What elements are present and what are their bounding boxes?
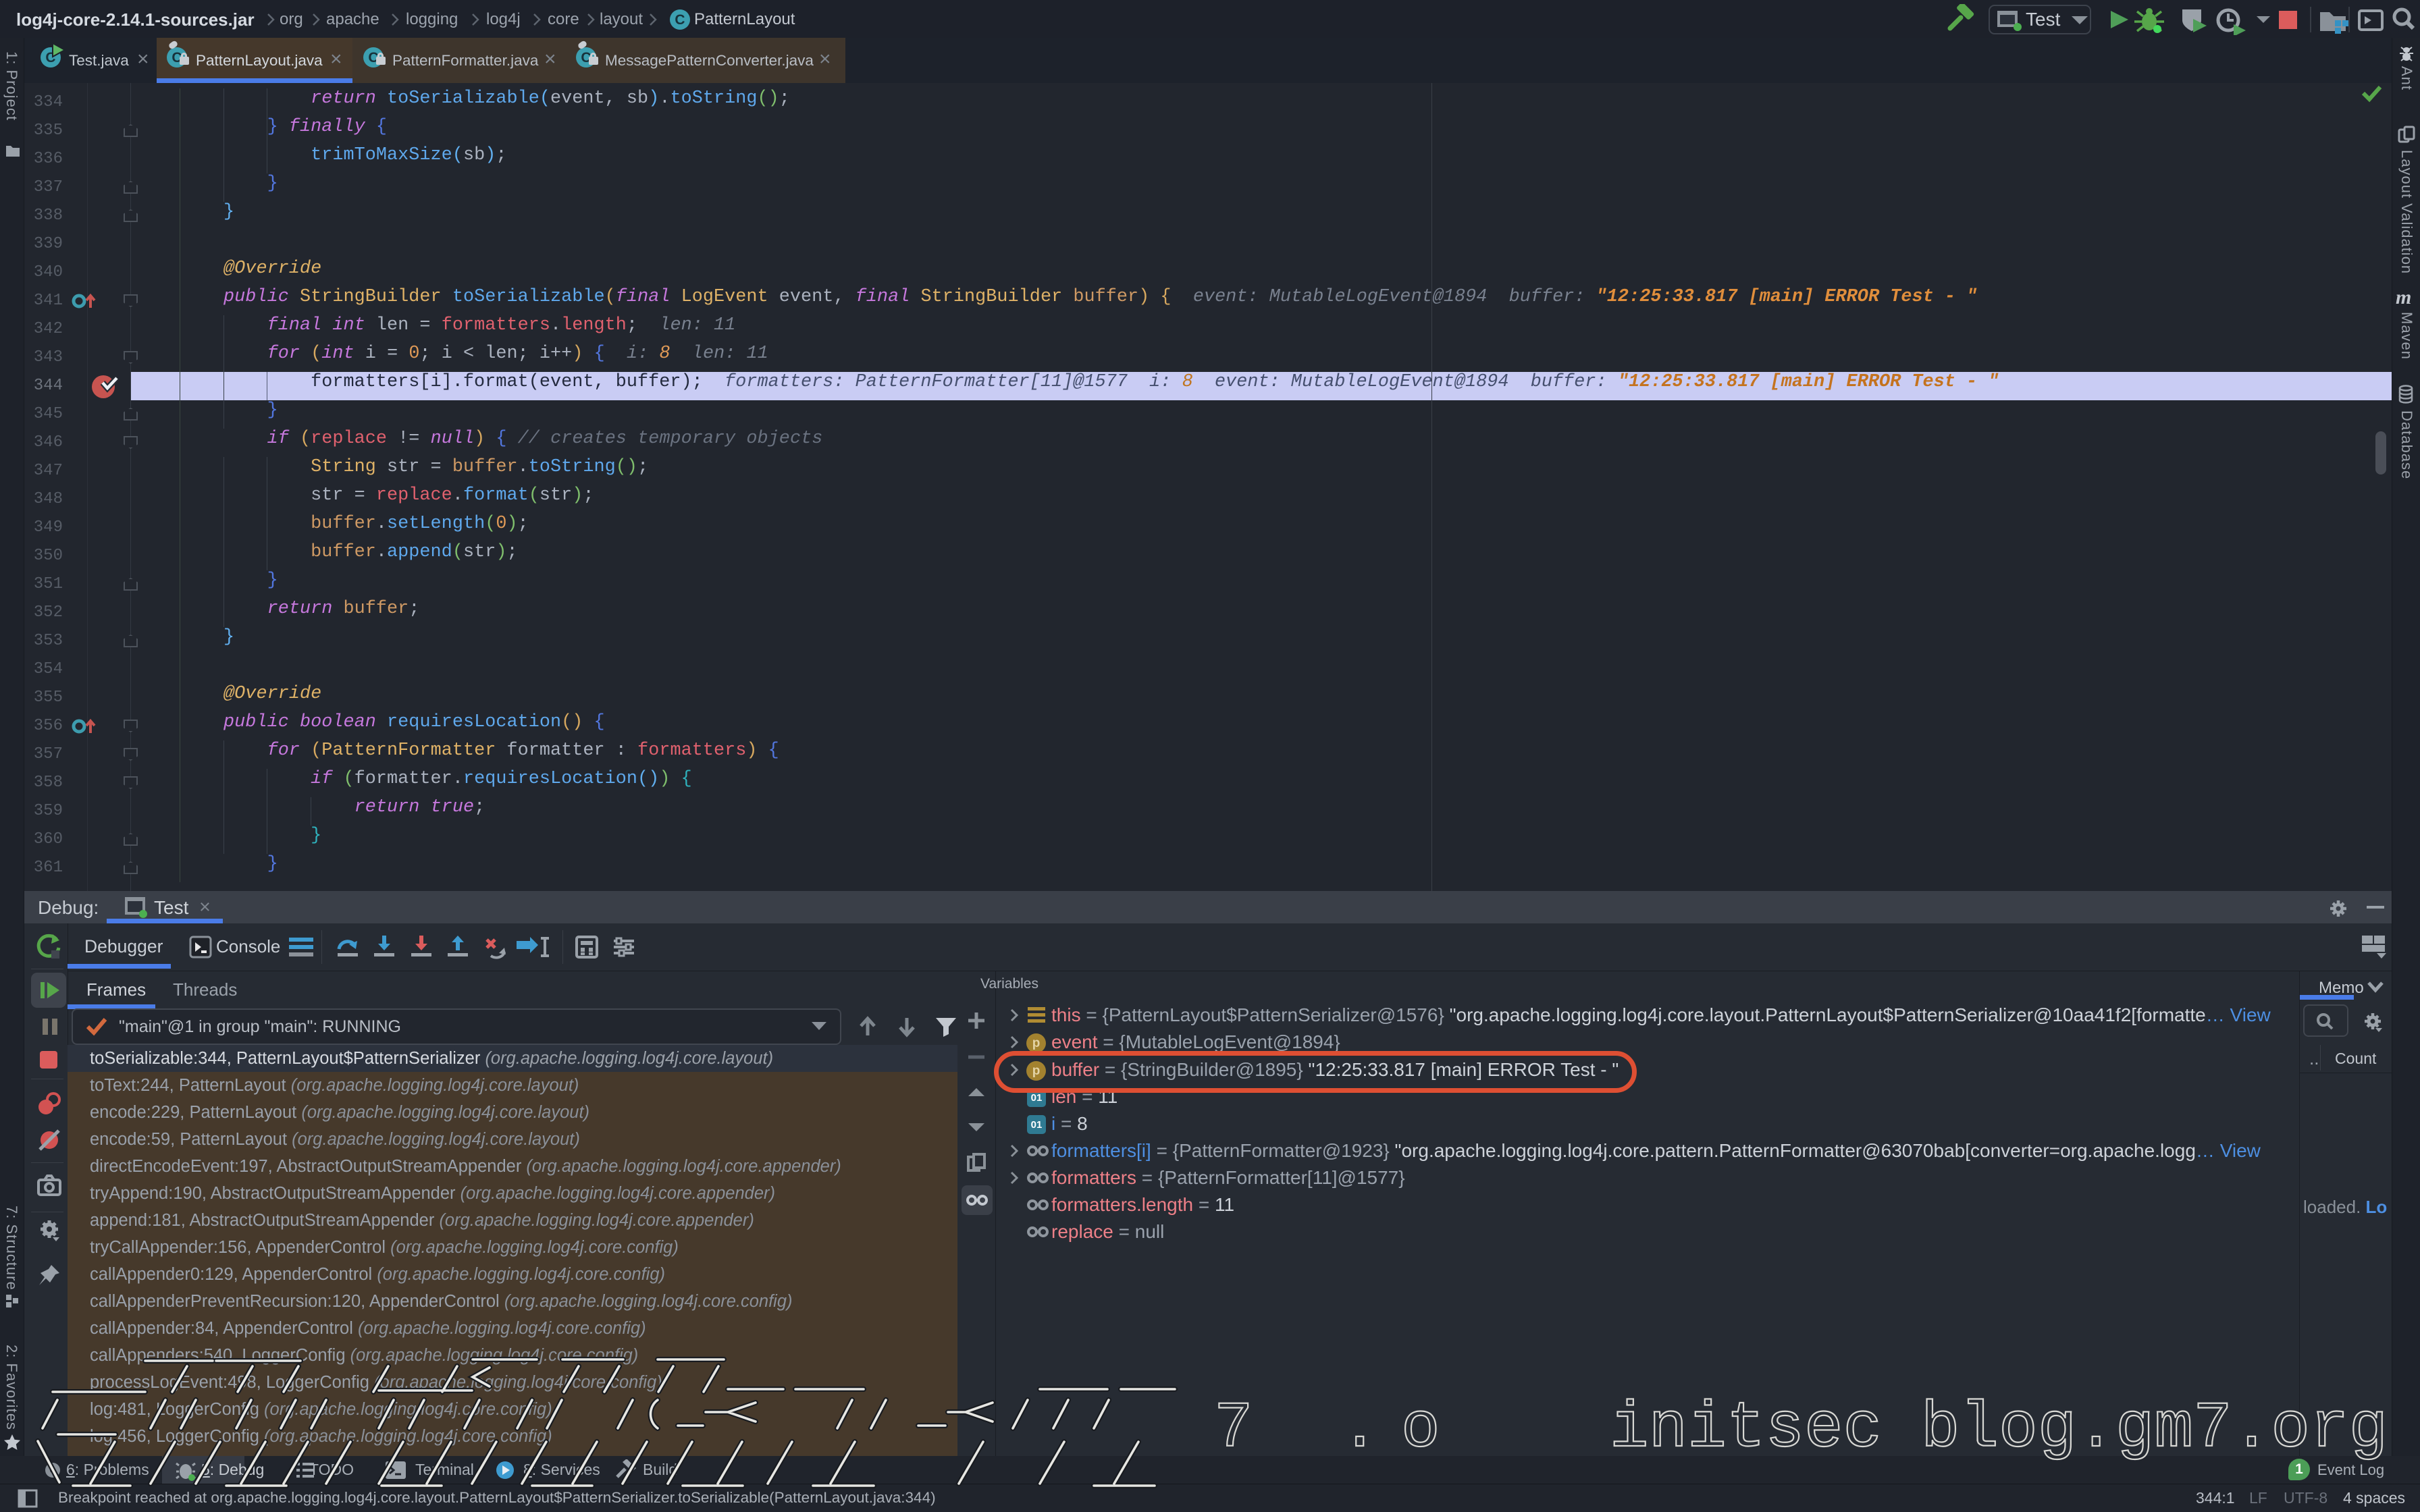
svg-text:Test: Test	[2026, 9, 2061, 30]
